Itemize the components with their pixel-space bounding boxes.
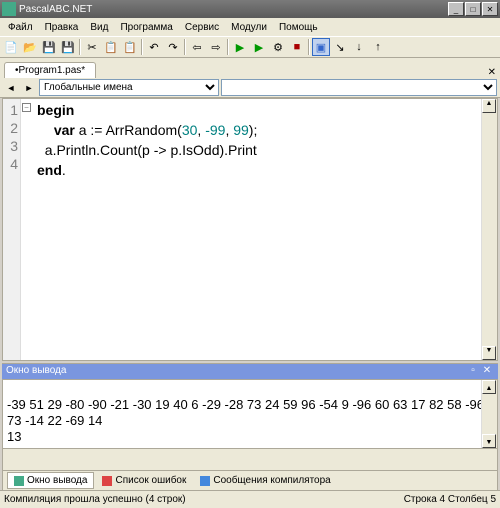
menu-edit[interactable]: Правка (39, 20, 85, 35)
menu-program[interactable]: Программа (114, 20, 178, 35)
minimize-button[interactable]: _ (448, 2, 464, 16)
output-line: -39 51 29 -80 -90 -21 -30 19 40 6 -29 -2… (7, 397, 492, 428)
separator (227, 39, 229, 55)
scope-dropdown[interactable]: Глобальные имена (39, 79, 219, 96)
save-icon[interactable]: 💾 (40, 38, 58, 56)
copy-icon[interactable]: 📋 (102, 38, 120, 56)
pin-icon[interactable]: ▫ (466, 365, 480, 378)
status-bar: Компиляция прошла успешно (4 строк) Стро… (0, 490, 500, 508)
output-panel-title: Окно вывода (6, 365, 466, 378)
nav-prev-icon[interactable]: ◄ (3, 80, 19, 96)
fold-column: − (21, 99, 33, 360)
menu-service[interactable]: Сервис (179, 20, 225, 35)
scroll-down-icon[interactable]: ▼ (482, 346, 496, 360)
separator (79, 39, 81, 55)
compile-icon[interactable]: ⚙ (269, 38, 287, 56)
scroll-down-icon[interactable]: ▼ (482, 434, 496, 448)
save-all-icon[interactable]: 💾 (59, 38, 77, 56)
scroll-up-icon[interactable]: ▲ (482, 99, 496, 113)
nav-back-icon[interactable]: ⇦ (188, 38, 206, 56)
bottom-tabs: Окно вывода Список ошибок Сообщения комп… (2, 471, 498, 491)
status-message: Компиляция прошла успешно (4 строк) (4, 494, 404, 505)
stop-icon[interactable]: ■ (288, 38, 306, 56)
separator (308, 39, 310, 55)
code-area[interactable]: begin var a := ArrRandom(30, -99, 99); a… (21, 99, 497, 360)
window-title: PascalABC.NET (19, 4, 448, 15)
tab-close-icon[interactable]: ✕ (484, 67, 500, 78)
menu-modules[interactable]: Модули (225, 20, 273, 35)
code-editor[interactable]: 1 2 3 4 − begin var a := ArrRandom(30, -… (2, 98, 498, 361)
file-tabs: •Program1.pas* ✕ (0, 58, 500, 78)
maximize-button[interactable]: □ (465, 2, 481, 16)
menu-file[interactable]: Файл (2, 20, 39, 35)
app-icon (2, 2, 16, 16)
titlebar: PascalABC.NET _ □ ✕ (0, 0, 500, 18)
menubar: Файл Правка Вид Программа Сервис Модули … (0, 18, 500, 36)
step-out-icon[interactable]: ↑ (369, 38, 387, 56)
run-noconsole-icon[interactable]: ▶ (250, 38, 268, 56)
separator (184, 39, 186, 55)
tab-output[interactable]: Окно вывода (7, 472, 94, 489)
close-button[interactable]: ✕ (482, 2, 498, 16)
fold-minus-icon[interactable]: − (22, 103, 31, 112)
tab-errors[interactable]: Список ошибок (96, 473, 192, 488)
output-panel[interactable]: -39 51 29 -80 -90 -21 -30 19 40 6 -29 -2… (2, 379, 498, 449)
navigator-bar: ◄ ► Глобальные имена (0, 78, 500, 98)
new-file-icon[interactable]: 📄 (2, 38, 20, 56)
input-panel[interactable] (2, 449, 498, 471)
tab-program1[interactable]: •Program1.pas* (4, 62, 96, 78)
editor-scrollbar[interactable]: ▲ ▼ (481, 99, 497, 360)
menu-view[interactable]: Вид (84, 20, 114, 35)
output-toggle-icon[interactable]: ▣ (312, 38, 330, 56)
member-dropdown[interactable] (221, 79, 497, 96)
run-icon[interactable]: ▶ (231, 38, 249, 56)
step-over-icon[interactable]: ↘ (331, 38, 349, 56)
output-panel-header: Окно вывода ▫ ✕ (2, 363, 498, 379)
cut-icon[interactable]: ✂ (83, 38, 101, 56)
undo-icon[interactable]: ↶ (145, 38, 163, 56)
nav-forward-icon[interactable]: ⇨ (207, 38, 225, 56)
open-file-icon[interactable]: 📂 (21, 38, 39, 56)
output-close-icon[interactable]: ✕ (480, 365, 494, 378)
output-result: 13 (7, 429, 21, 444)
line-gutter: 1 2 3 4 (3, 99, 21, 360)
menu-help[interactable]: Помощь (273, 20, 324, 35)
tab-compiler[interactable]: Сообщения компилятора (194, 473, 336, 488)
redo-icon[interactable]: ↷ (164, 38, 182, 56)
step-into-icon[interactable]: ↓ (350, 38, 368, 56)
separator (141, 39, 143, 55)
scroll-up-icon[interactable]: ▲ (482, 380, 496, 394)
nav-next-icon[interactable]: ► (21, 80, 37, 96)
cursor-position: Строка 4 Столбец 5 (404, 494, 496, 505)
toolbar: 📄 📂 💾 💾 ✂ 📋 📋 ↶ ↷ ⇦ ⇨ ▶ ▶ ⚙ ■ ▣ ↘ ↓ ↑ (0, 36, 500, 58)
paste-icon[interactable]: 📋 (121, 38, 139, 56)
output-scrollbar[interactable]: ▲ ▼ (481, 380, 497, 448)
